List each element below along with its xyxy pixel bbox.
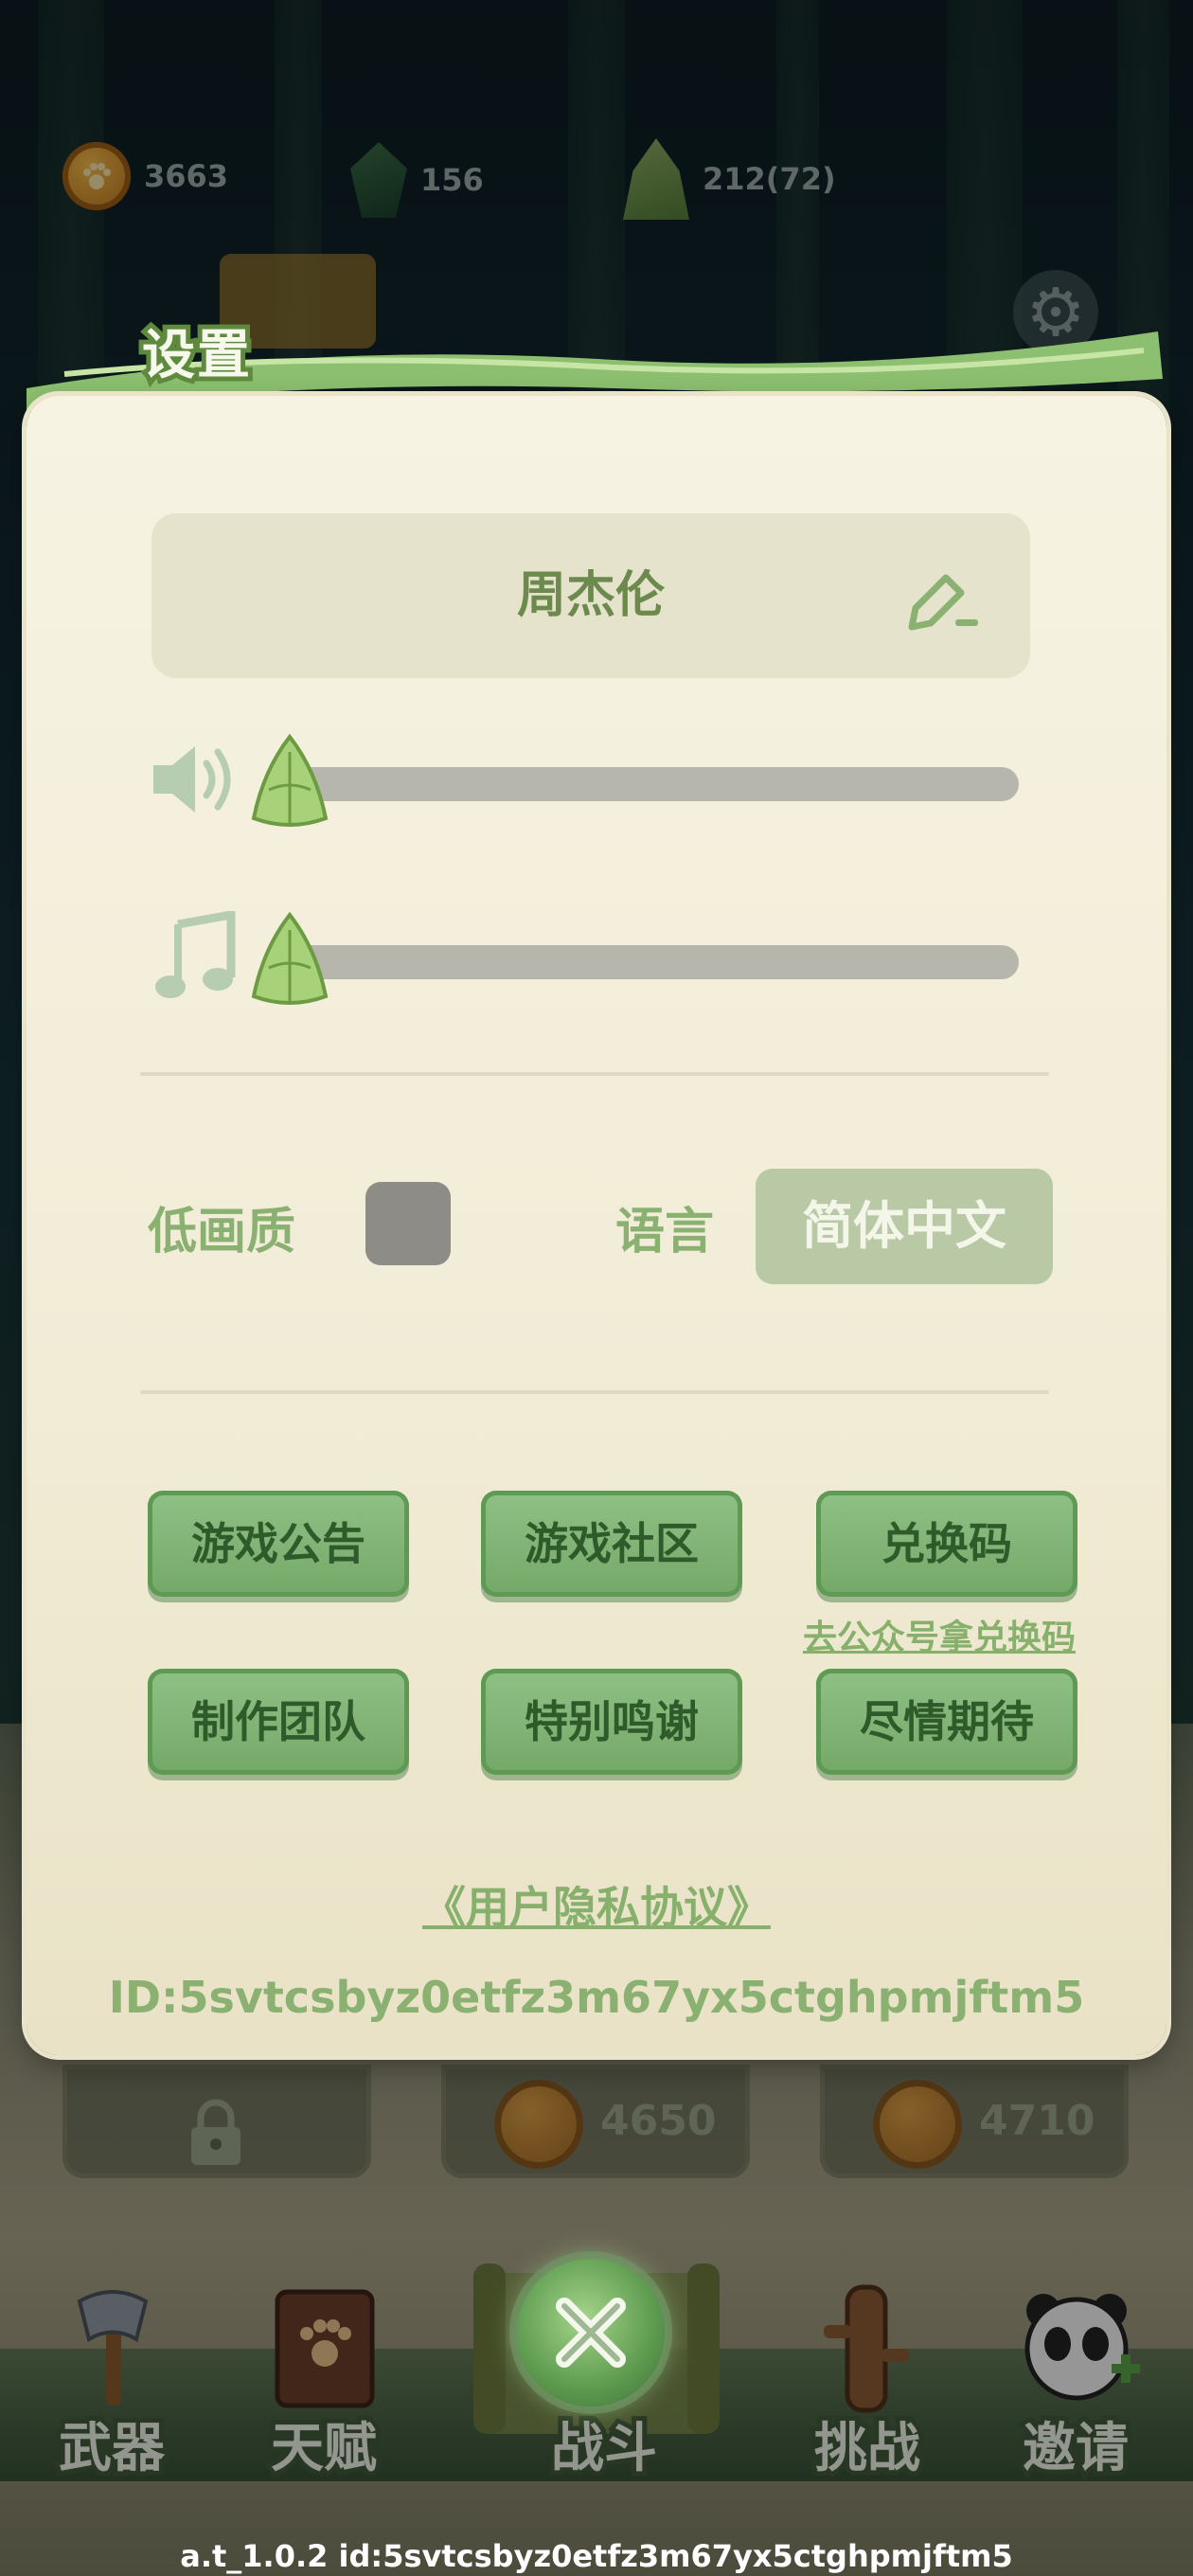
user-id-text: ID:5svtcsbyz0etfz3m67yx5ctghpmjftm5 (108, 1972, 1085, 2023)
game-announcement-button[interactable]: 游戏公告 (148, 1491, 409, 1597)
coming-soon-button[interactable]: 尽情期待 (816, 1669, 1077, 1775)
close-icon (556, 2298, 626, 2368)
speaker-icon (153, 746, 231, 813)
sound-volume-slider[interactable] (284, 767, 1019, 801)
language-label: 语言 (615, 1204, 715, 1261)
panel-title: 设置 (137, 320, 255, 391)
music-note-icon (155, 911, 236, 998)
sound-slider-knob[interactable] (250, 733, 329, 832)
redeem-code-link[interactable]: 去公众号拿兑换码 (803, 1610, 1076, 1659)
low-quality-label: 低画质 (148, 1204, 296, 1261)
divider (140, 1390, 1049, 1394)
privacy-policy-link[interactable]: 《用户隐私协议》 (0, 1873, 1193, 1936)
edit-icon[interactable] (904, 568, 980, 635)
production-team-button[interactable]: 制作团队 (148, 1669, 409, 1775)
version-footer: a.t_1.0.2 id:5svtcsbyz0etfz3m67yx5ctghpm… (180, 2538, 1013, 2574)
low-quality-checkbox[interactable] (365, 1182, 451, 1265)
language-selector[interactable]: 简体中文 (756, 1169, 1053, 1284)
username-text: 周杰伦 (516, 567, 665, 624)
close-button[interactable] (517, 2259, 665, 2406)
redeem-code-button[interactable]: 兑换码 (816, 1491, 1077, 1597)
music-slider-knob[interactable] (250, 911, 329, 1010)
game-community-button[interactable]: 游戏社区 (481, 1491, 742, 1597)
divider (140, 1072, 1049, 1076)
music-volume-slider[interactable] (284, 945, 1019, 979)
special-thanks-button[interactable]: 特别鸣谢 (481, 1669, 742, 1775)
